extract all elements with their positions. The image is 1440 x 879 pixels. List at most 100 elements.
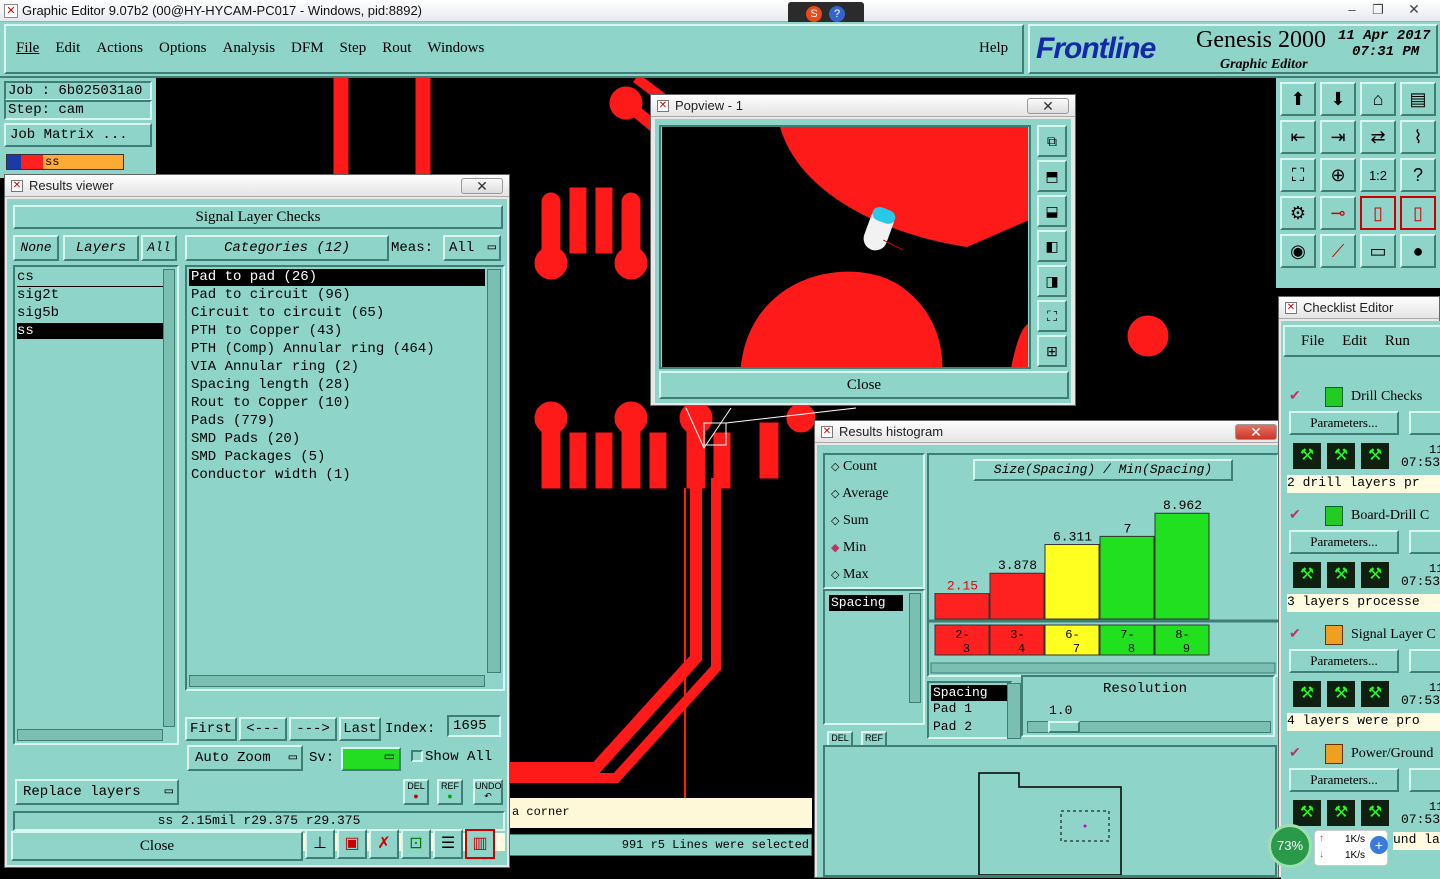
category-row[interactable]: PTH to Copper (43) <box>187 323 503 341</box>
measure-icon[interactable]: ⊥ <box>305 829 335 859</box>
category-row[interactable]: Circuit to circuit (65) <box>187 305 503 323</box>
zoom-fit-icon[interactable]: ⛶ <box>1037 300 1067 332</box>
sv-color-select[interactable]: ▭ <box>341 747 401 771</box>
job-matrix-button[interactable]: Job Matrix ... <box>4 123 152 147</box>
delete-result-icon[interactable]: ✗ <box>369 829 399 859</box>
popview-close-x[interactable]: ✕ <box>1027 98 1069 114</box>
category-row[interactable]: SMD Packages (5) <box>187 449 503 467</box>
layer-row-sig2t[interactable]: sig2t <box>17 287 163 305</box>
checklist-menu-edit[interactable]: Edit <box>1342 333 1367 349</box>
option-count[interactable]: ◇ Count <box>825 455 923 482</box>
bin-list-item[interactable]: Pad 1 <box>929 701 1011 719</box>
undo-button[interactable]: UNDO ↶ <box>473 779 503 805</box>
arrow-left-icon[interactable]: ⇤ <box>1280 120 1316 154</box>
pan-left-icon[interactable]: ◧ <box>1037 230 1067 262</box>
home-icon[interactable]: ⌂ <box>1360 82 1396 116</box>
option-max[interactable]: ◇ Max <box>825 563 923 590</box>
chart-hscrollbar[interactable] <box>930 662 1276 674</box>
settings-icon[interactable]: ⚙ <box>1280 196 1316 230</box>
measure-scrollbar[interactable] <box>909 593 921 703</box>
histogram-chart[interactable]: 2.152-33.8783-46.3116-777-88.9628-9 <box>929 481 1279 677</box>
category-row[interactable]: Pad to circuit (96) <box>187 287 503 305</box>
highlight-icon[interactable]: ▣ <box>337 829 367 859</box>
category-row[interactable]: VIA Annular ring (2) <box>187 359 503 377</box>
question-icon[interactable]: ? <box>1400 158 1436 192</box>
last-button[interactable]: Last <box>339 717 381 741</box>
resolution-slider-handle[interactable] <box>1048 721 1080 733</box>
menu-windows[interactable]: Windows <box>427 40 484 57</box>
replace-layers-select[interactable]: Replace layers ▭ <box>15 779 179 805</box>
results-viewer-close-x[interactable]: ✕ <box>461 178 503 194</box>
add-icon[interactable]: + <box>1370 836 1388 854</box>
measure-list[interactable]: Spacing <box>823 589 925 725</box>
sogou-icon[interactable]: S <box>806 6 822 22</box>
del-button[interactable]: DEL ● <box>403 779 429 805</box>
check-icon[interactable]: ✔ <box>1289 387 1301 404</box>
window-icon[interactable]: ▤ <box>1400 82 1436 116</box>
show-all-checkbox[interactable] <box>411 750 423 762</box>
menu-options[interactable]: Options <box>159 40 207 57</box>
histogram-bar[interactable] <box>1154 512 1210 620</box>
zoom-extents-icon[interactable]: ⛶ <box>1280 158 1316 192</box>
menu-analysis[interactable]: Analysis <box>223 40 276 57</box>
close-window-button[interactable]: ✕ <box>1392 1 1436 19</box>
resolution-slider[interactable] <box>1027 721 1271 733</box>
pan-up-icon[interactable]: ⬒ <box>1037 160 1067 192</box>
run-icon[interactable]: ⚒ <box>1293 681 1321 707</box>
run-icon[interactable]: ⚒ <box>1361 681 1389 707</box>
maximize-button[interactable]: ❐ <box>1366 2 1390 18</box>
histogram-bar[interactable] <box>934 593 990 620</box>
histogram-bar[interactable] <box>989 572 1045 620</box>
layers-button[interactable]: Layers <box>63 235 139 261</box>
menu-edit[interactable]: Edit <box>55 40 80 57</box>
help-tray-icon[interactable]: ? <box>829 6 845 22</box>
layer-chip[interactable]: ss <box>6 154 124 170</box>
layers-scrollbar[interactable] <box>163 269 175 727</box>
report-icon[interactable]: ☰ <box>433 829 463 859</box>
run-icon[interactable]: ⚒ <box>1293 562 1321 588</box>
categories-button[interactable]: Categories (12) <box>185 235 389 261</box>
category-row[interactable]: SMD Pads (20) <box>187 431 503 449</box>
menu-file[interactable]: File <box>16 40 39 57</box>
run-icon[interactable]: ⚒ <box>1293 443 1321 469</box>
category-row[interactable]: Pad to pad (26) <box>189 269 485 286</box>
index-input[interactable]: 1695 <box>447 715 501 737</box>
minimize-button[interactable]: – <box>1340 2 1364 18</box>
step-icon[interactable]: ⊡ <box>401 829 431 859</box>
check-icon[interactable]: ✔ <box>1289 506 1301 523</box>
pan-right-icon[interactable]: ◨ <box>1037 265 1067 297</box>
zoom-home-icon[interactable]: ⧉ <box>1037 125 1067 157</box>
check-icon[interactable]: ✔ <box>1289 744 1301 761</box>
histogram-close-x[interactable]: ✕ <box>1235 424 1277 440</box>
layer-row-cs[interactable]: cs <box>17 269 163 287</box>
traffic-icon[interactable]: ▯ <box>1360 196 1396 230</box>
menu-help[interactable]: Help <box>979 40 1008 57</box>
checklist-menu-file[interactable]: File <box>1301 333 1324 349</box>
bins-scrollbar[interactable] <box>1007 683 1021 739</box>
swap-icon[interactable]: ⇄ <box>1360 120 1396 154</box>
network-percent-gauge[interactable]: 73% <box>1268 824 1312 868</box>
categories-hscrollbar[interactable] <box>189 675 485 687</box>
menu-actions[interactable]: Actions <box>96 40 143 57</box>
categories-list[interactable]: Pad to pad (26) Pad to circuit (96) Circ… <box>185 265 505 691</box>
measure-list-item[interactable]: Spacing <box>829 595 903 611</box>
run-icon[interactable]: ⚒ <box>1327 443 1355 469</box>
run-icon[interactable]: ⚒ <box>1361 562 1389 588</box>
run-icon[interactable]: ⚒ <box>1361 443 1389 469</box>
zoom-out-icon[interactable]: ⊞ <box>1037 335 1067 367</box>
menu-rout[interactable]: Rout <box>382 40 411 57</box>
none-button[interactable]: None <box>13 235 59 261</box>
layers-list[interactable]: cs sig2t sig5b ss <box>13 265 179 745</box>
popview-close-button[interactable]: Close <box>659 371 1069 399</box>
probe-icon[interactable]: ⊸ <box>1320 196 1356 230</box>
menu-dfm[interactable]: DFM <box>291 40 324 57</box>
category-row[interactable]: Spacing length (28) <box>187 377 503 395</box>
category-row[interactable]: PTH (Comp) Annular ring (464) <box>187 341 503 359</box>
next-button[interactable]: ---> <box>289 717 337 741</box>
scale-icon[interactable]: 1:2 <box>1360 158 1396 192</box>
all-button[interactable]: All <box>141 235 177 261</box>
histogram-icon[interactable]: ▥ <box>465 829 495 859</box>
zoom-center-icon[interactable]: ⊕ <box>1320 158 1356 192</box>
menu-step[interactable]: Step <box>340 40 367 57</box>
snap-icon[interactable]: ◉ <box>1280 234 1316 268</box>
